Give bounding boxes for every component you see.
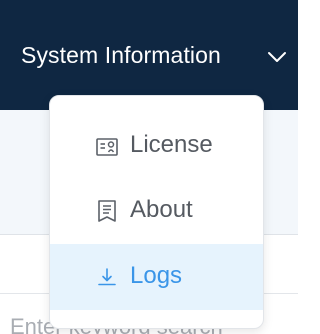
document-icon — [98, 200, 116, 222]
menu-item-label: License — [130, 131, 213, 158]
top-bar: System Information — [0, 0, 298, 110]
menu-item-label: Logs — [130, 262, 183, 289]
license-card-icon — [96, 138, 118, 156]
menu-item-label: About — [130, 196, 193, 223]
system-information-dropdown: License About Logs — [49, 95, 264, 329]
screen: System Information License — [0, 0, 298, 334]
menu-item-about[interactable]: About — [50, 178, 263, 244]
menu-item-license[interactable]: License — [50, 113, 263, 179]
chevron-down-icon[interactable] — [266, 49, 288, 65]
menu-item-logs[interactable]: Logs — [50, 244, 263, 310]
download-icon — [98, 268, 116, 286]
system-information-title[interactable]: System Information — [21, 42, 221, 69]
